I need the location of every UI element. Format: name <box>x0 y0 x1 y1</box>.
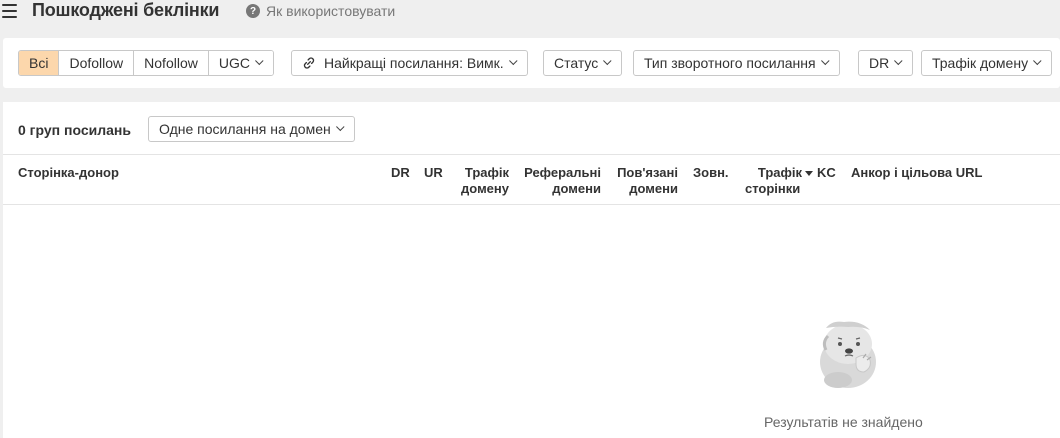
question-icon: ? <box>246 4 260 18</box>
link-type-nofollow[interactable]: Nofollow <box>134 51 209 75</box>
empty-state-illustration <box>808 314 888 394</box>
col-linked-domains-line1: Пов'язані <box>617 165 678 180</box>
col-page-traffic-label: Трафік <box>757 165 802 180</box>
col-linked-domains[interactable]: Пов'язані домени <box>612 165 678 197</box>
col-page-traffic-line2: сторінки <box>745 181 801 196</box>
col-referring-page[interactable]: Сторінка-донор <box>18 165 119 181</box>
col-domain-traffic[interactable]: Трафік домену <box>456 165 509 197</box>
col-anchor-target[interactable]: Анкор і цільова URL <box>851 165 982 181</box>
col-external[interactable]: Зовн. <box>693 165 729 181</box>
chevron-down-icon <box>1033 56 1042 66</box>
filter-panel: Всі Dofollow Nofollow UGC Найкращі посил… <box>3 38 1060 88</box>
link-type-toggle: Всі Dofollow Nofollow UGC <box>18 50 274 76</box>
how-to-use-label: Як використовувати <box>266 3 396 19</box>
chevron-down-icon <box>820 56 830 66</box>
grouping-select[interactable]: Одне посилання на домен <box>148 116 355 142</box>
col-referring-domains-line1: Реферальні <box>524 165 601 180</box>
col-keywords[interactable]: KC <box>817 165 836 181</box>
col-linked-domains-line2: домени <box>629 181 678 196</box>
col-domain-traffic-line1: Трафік <box>464 165 509 180</box>
best-links-filter[interactable]: Найкращі посилання: Вимк. <box>291 50 528 76</box>
col-referring-domains[interactable]: Реферальні домени <box>522 165 601 197</box>
grouping-select-label: Одне посилання на домен <box>159 121 331 137</box>
link-type-ugc-label: UGC <box>218 55 250 71</box>
col-dr[interactable]: DR <box>391 165 410 181</box>
chevron-down-icon <box>894 56 903 66</box>
backlink-type-filter[interactable]: Тип зворотного посилання <box>633 50 840 76</box>
sort-desc-icon <box>805 171 813 177</box>
page-header: Пошкоджені беклінки ? Як використовувати <box>0 0 1060 24</box>
status-filter[interactable]: Статус <box>543 50 623 76</box>
col-ur[interactable]: UR <box>424 165 443 181</box>
col-domain-traffic-line2: домену <box>461 181 509 196</box>
link-icon <box>302 56 316 70</box>
chevron-down-icon <box>255 56 264 66</box>
best-links-label: Найкращі посилання: Вимк. <box>324 55 504 71</box>
chevron-down-icon <box>335 122 345 132</box>
dr-filter[interactable]: DR <box>858 50 914 76</box>
menu-icon[interactable] <box>2 4 17 18</box>
dr-label: DR <box>869 55 890 71</box>
col-page-traffic-line1: Трафік <box>741 165 813 181</box>
chevron-down-icon <box>603 56 612 66</box>
link-group-count: 0 груп посилань <box>18 122 131 138</box>
domain-traffic-filter[interactable]: Трафік домену <box>921 50 1053 76</box>
link-type-all[interactable]: Всі <box>19 51 60 75</box>
table-header: Сторінка-донор DR UR Трафік домену Рефер… <box>3 154 1060 205</box>
status-label: Статус <box>554 55 599 71</box>
page-title: Пошкоджені беклінки <box>32 0 220 20</box>
domain-traffic-label: Трафік домену <box>932 55 1029 71</box>
link-type-ugc[interactable]: UGC <box>208 51 273 75</box>
col-referring-domains-line2: домени <box>552 181 601 196</box>
results-panel: 0 груп посилань Одне посилання на домен … <box>3 102 1060 438</box>
backlink-type-label: Тип зворотного посилання <box>644 55 816 71</box>
link-type-dofollow[interactable]: Dofollow <box>59 51 135 75</box>
how-to-use-link[interactable]: ? Як використовувати <box>246 3 395 19</box>
chevron-down-icon <box>508 56 518 66</box>
col-page-traffic[interactable]: Трафік сторінки <box>741 165 813 197</box>
empty-state-message: Результатів не знайдено <box>764 414 923 430</box>
